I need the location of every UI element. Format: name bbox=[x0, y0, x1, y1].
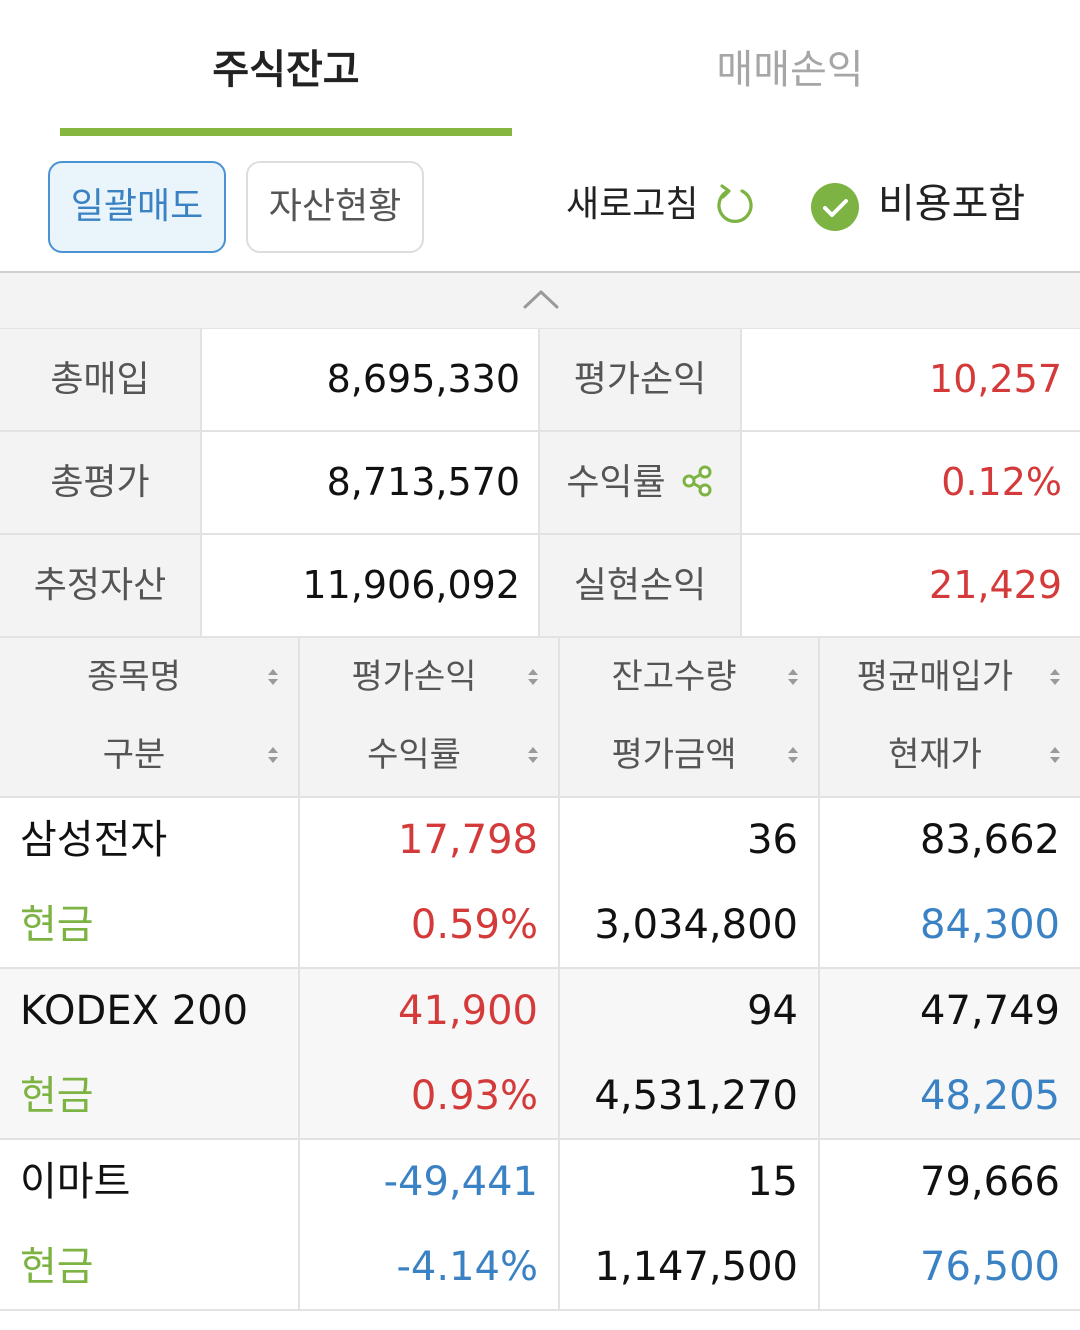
header-col-pl: 평가손익 수익률 bbox=[300, 638, 560, 796]
total-valuation-value: 8,713,570 bbox=[202, 432, 540, 533]
realized-pl-label: 실현손익 bbox=[540, 535, 742, 636]
stock-name-cell: 삼성전자 현금 bbox=[0, 798, 300, 967]
header-type-label: 구분 bbox=[102, 735, 166, 775]
header-col-price: 평균매입가 현재가 bbox=[820, 638, 1080, 796]
tab-trade-profit[interactable]: 매매손익 bbox=[560, 40, 1020, 100]
qty-cell: 94 4,531,270 bbox=[560, 969, 820, 1138]
return-rate: -4.14% bbox=[396, 1244, 538, 1290]
estimated-assets-label: 추정자산 bbox=[0, 535, 202, 636]
valuation-pl: -49,441 bbox=[383, 1159, 538, 1205]
sort-icon bbox=[788, 747, 798, 763]
sort-by-pl[interactable]: 평가손익 bbox=[300, 638, 558, 716]
account-type: 현금 bbox=[20, 1244, 94, 1290]
sort-by-eval[interactable]: 평가금액 bbox=[560, 716, 818, 794]
avg-purchase-price: 79,666 bbox=[920, 1159, 1060, 1205]
sort-icon bbox=[1050, 669, 1060, 685]
stock-name: 삼성전자 bbox=[20, 817, 168, 863]
summary-row: 총매입 8,695,330 평가손익 10,257 bbox=[0, 329, 1080, 432]
table-row[interactable]: 이마트 현금 -49,441 -4.14% 15 1,147,500 79,66… bbox=[0, 1140, 1080, 1311]
sort-icon bbox=[528, 747, 538, 763]
price-cell: 79,666 76,500 bbox=[820, 1140, 1080, 1309]
valuation-pl: 41,900 bbox=[398, 988, 538, 1034]
sort-by-rate[interactable]: 수익률 bbox=[300, 716, 558, 794]
header-pl-label: 평가손익 bbox=[351, 657, 477, 697]
table-row[interactable]: 삼성전자 현금 17,798 0.59% 36 3,034,800 83,662… bbox=[0, 798, 1080, 969]
avg-purchase-price: 47,749 bbox=[920, 988, 1060, 1034]
stock-name: KODEX 200 bbox=[20, 988, 249, 1034]
return-rate-label: 수익률 bbox=[566, 462, 666, 503]
tab-bar: 주식잔고 매매손익 bbox=[0, 0, 1080, 140]
summary-row: 추정자산 11,906,092 실현손익 21,429 bbox=[0, 535, 1080, 638]
price-cell: 83,662 84,300 bbox=[820, 798, 1080, 967]
account-type: 현금 bbox=[20, 902, 94, 948]
eval-amount: 1,147,500 bbox=[594, 1244, 798, 1290]
sort-by-current-price[interactable]: 현재가 bbox=[820, 716, 1080, 794]
sort-by-name[interactable]: 종목명 bbox=[0, 638, 298, 716]
account-summary: 총매입 8,695,330 평가손익 10,257 총평가 8,713,570 … bbox=[0, 329, 1080, 638]
sort-by-type[interactable]: 구분 bbox=[0, 716, 298, 794]
header-rate-label: 수익률 bbox=[367, 735, 461, 775]
qty-cell: 36 3,034,800 bbox=[560, 798, 820, 967]
sort-icon bbox=[1050, 747, 1060, 763]
current-price: 84,300 bbox=[920, 902, 1060, 948]
summary-collapse-bar[interactable] bbox=[0, 273, 1080, 329]
check-circle-icon[interactable] bbox=[810, 182, 860, 232]
stock-name: 이마트 bbox=[20, 1159, 131, 1205]
bulk-sell-button[interactable]: 일괄매도 bbox=[48, 161, 226, 253]
refresh-label[interactable]: 새로고침 bbox=[566, 182, 698, 228]
asset-status-button[interactable]: 자산현황 bbox=[246, 161, 424, 253]
current-price: 48,205 bbox=[920, 1073, 1060, 1119]
refresh-icon[interactable] bbox=[712, 182, 758, 228]
pl-cell: -49,441 -4.14% bbox=[300, 1140, 560, 1309]
avg-purchase-price: 83,662 bbox=[920, 817, 1060, 863]
active-tab-indicator bbox=[60, 128, 512, 136]
return-rate: 0.93% bbox=[410, 1073, 538, 1119]
header-avg-price-label: 평균매입가 bbox=[856, 657, 1014, 697]
stock-name-cell: 이마트 현금 bbox=[0, 1140, 300, 1309]
balance-qty: 94 bbox=[747, 988, 798, 1034]
valuation-pl: 17,798 bbox=[398, 817, 538, 863]
eval-amount: 4,531,270 bbox=[594, 1073, 798, 1119]
estimated-assets-value: 11,906,092 bbox=[202, 535, 540, 636]
chevron-up-icon[interactable] bbox=[522, 287, 560, 311]
sort-icon bbox=[268, 669, 278, 685]
header-name-label: 종목명 bbox=[87, 657, 181, 697]
sort-icon bbox=[268, 747, 278, 763]
current-price: 76,500 bbox=[920, 1244, 1060, 1290]
valuation-pl-label: 평가손익 bbox=[540, 329, 742, 430]
total-valuation-label: 총평가 bbox=[0, 432, 202, 533]
sort-by-qty[interactable]: 잔고수량 bbox=[560, 638, 818, 716]
eval-amount: 3,034,800 bbox=[594, 902, 798, 948]
realized-pl-value: 21,429 bbox=[929, 563, 1062, 607]
balance-qty: 15 bbox=[747, 1159, 798, 1205]
pl-cell: 17,798 0.59% bbox=[300, 798, 560, 967]
header-current-price-label: 현재가 bbox=[888, 735, 982, 775]
include-fees-label[interactable]: 비용포함 bbox=[878, 180, 1025, 228]
header-col-qty: 잔고수량 평가금액 bbox=[560, 638, 820, 796]
valuation-pl-value: 10,257 bbox=[929, 357, 1062, 401]
sort-by-avg-price[interactable]: 평균매입가 bbox=[820, 638, 1080, 716]
return-rate-value: 0.12% bbox=[941, 460, 1062, 504]
sort-icon bbox=[788, 669, 798, 685]
pl-cell: 41,900 0.93% bbox=[300, 969, 560, 1138]
tab-stock-balance[interactable]: 주식잔고 bbox=[60, 40, 512, 100]
return-rate: 0.59% bbox=[410, 902, 538, 948]
share-icon[interactable] bbox=[680, 464, 714, 498]
total-purchase-value: 8,695,330 bbox=[202, 329, 540, 430]
summary-row: 총평가 8,713,570 수익률 0.12% bbox=[0, 432, 1080, 535]
balance-qty: 36 bbox=[747, 817, 798, 863]
return-rate-label-cell: 수익률 bbox=[540, 432, 742, 533]
qty-cell: 15 1,147,500 bbox=[560, 1140, 820, 1309]
sort-icon bbox=[528, 669, 538, 685]
price-cell: 47,749 48,205 bbox=[820, 969, 1080, 1138]
header-qty-label: 잔고수량 bbox=[611, 657, 737, 697]
toolbar: 일괄매도 자산현황 새로고침 비용포함 bbox=[0, 140, 1080, 272]
header-eval-label: 평가금액 bbox=[611, 735, 737, 775]
stock-name-cell: KODEX 200 현금 bbox=[0, 969, 300, 1138]
total-purchase-label: 총매입 bbox=[0, 329, 202, 430]
table-row[interactable]: KODEX 200 현금 41,900 0.93% 94 4,531,270 4… bbox=[0, 969, 1080, 1140]
account-type: 현금 bbox=[20, 1073, 94, 1119]
header-col-name: 종목명 구분 bbox=[0, 638, 300, 796]
holdings-table-header: 종목명 구분 평가손익 수익률 잔고수량 평가금액 평균매입가 현재가 bbox=[0, 638, 1080, 798]
